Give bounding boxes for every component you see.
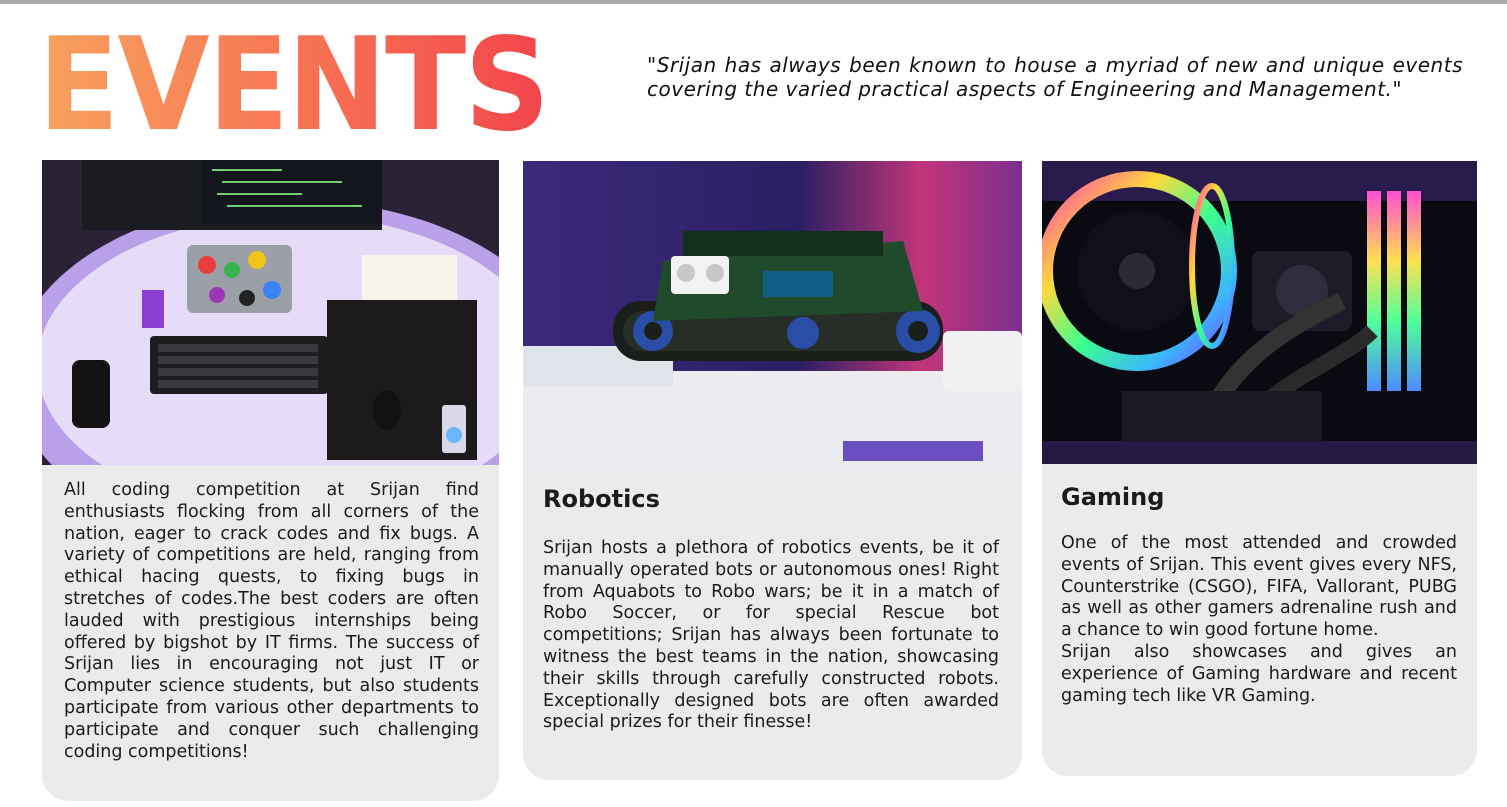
coding-desk-photo bbox=[42, 160, 499, 465]
top-divider bbox=[0, 0, 1507, 4]
gaming-description: One of the most attended and crowded eve… bbox=[1061, 533, 1457, 707]
coding-description: All coding competition at Srijan find en… bbox=[64, 480, 479, 762]
rgb-pc-photo bbox=[1042, 161, 1477, 464]
gaming-description-part-1: One of the most attended and crowded eve… bbox=[1061, 533, 1457, 641]
robotics-description: Srijan hosts a plethora of robotics even… bbox=[543, 538, 999, 733]
robotics-heading: Robotics bbox=[543, 485, 660, 513]
page-title: EVENTS bbox=[38, 11, 550, 160]
robot-tank-photo bbox=[523, 161, 1022, 473]
intro-quote: "Srijan has always been known to house a… bbox=[647, 53, 1463, 101]
gaming-description-part-2: Srijan also showcases and gives an exper… bbox=[1061, 641, 1457, 706]
gaming-heading: Gaming bbox=[1061, 483, 1165, 511]
